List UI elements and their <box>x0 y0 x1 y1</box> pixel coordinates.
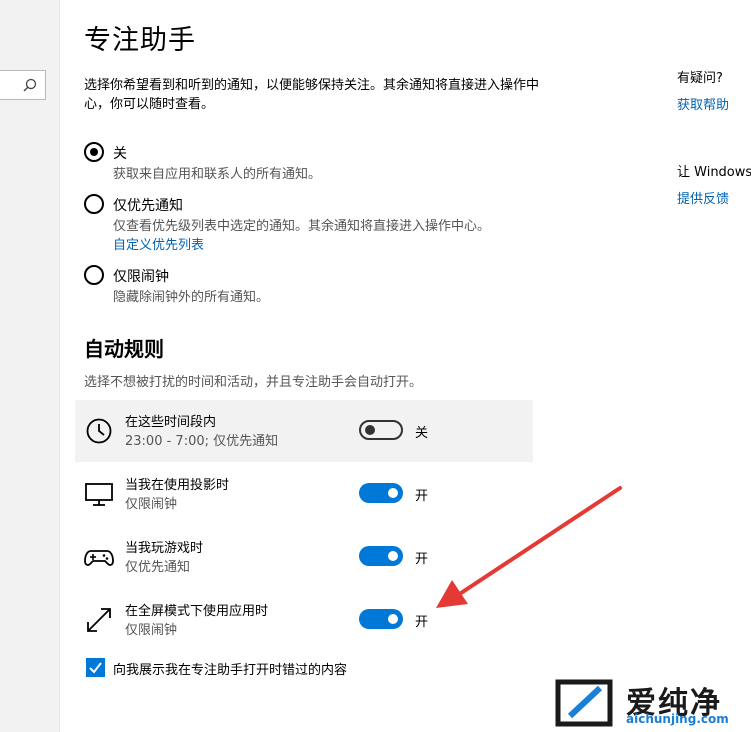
watermark: 爱纯净 aichunjing.com <box>552 676 744 730</box>
get-help-link[interactable]: 获取帮助 <box>677 94 729 113</box>
annotation-arrow <box>436 486 622 608</box>
sidebar-question: 有疑问? <box>677 71 723 86</box>
sidebar-feedback-text: 让 Windows <box>677 165 751 180</box>
give-feedback-link[interactable]: 提供反馈 <box>677 188 729 207</box>
watermark-url: aichunjing.com <box>626 712 729 726</box>
watermark-logo-icon <box>555 679 613 727</box>
